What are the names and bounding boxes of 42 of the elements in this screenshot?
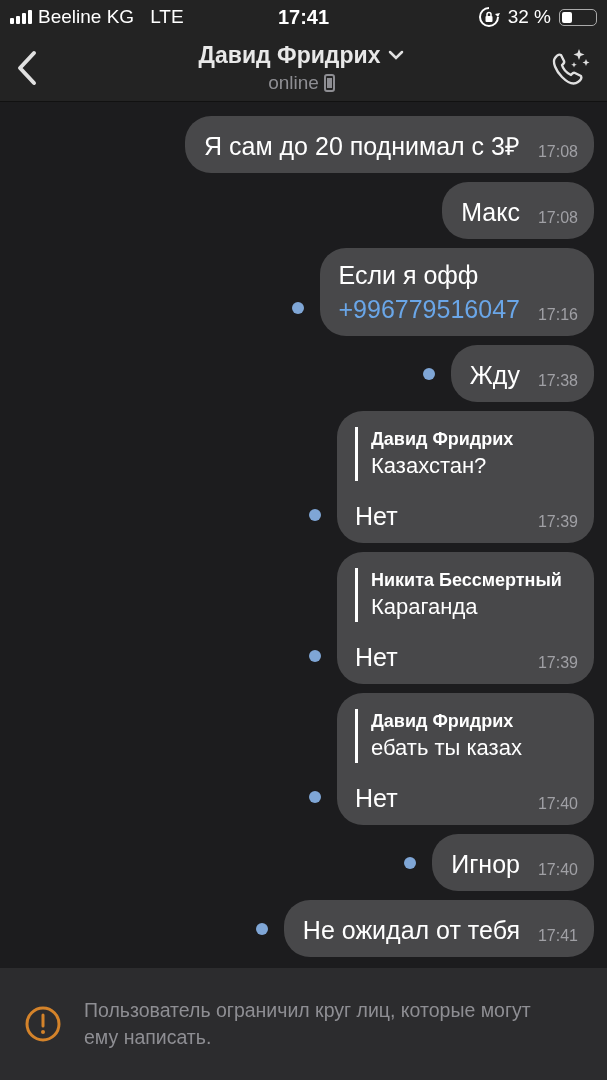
status-time: 17:41 [277,5,330,29]
carrier-name: Beeline KG [38,6,135,28]
reply-quote[interactable]: Давид Фридрих Казахстан? [355,427,578,481]
message-text: Игнор [451,850,520,878]
message-time: 17:39 [537,654,578,672]
quote-author: Никита Бессмертный [371,569,563,592]
message-time: 17:40 [537,861,578,879]
message-text: Я сам до 20 поднимал с 3₽ [204,132,520,160]
quote-author: Давид Фридрих [371,710,515,733]
quote-text: Караганда [371,593,479,621]
quote-author: Давид Фридрих [371,428,515,451]
warning-icon [24,1005,62,1043]
online-status: online [268,71,319,94]
message-time: 17:38 [537,372,578,390]
signal-icon [10,10,32,24]
battery-percent: 32 % [507,6,551,28]
message-text: Если я офф [338,261,479,289]
back-icon[interactable] [16,49,38,86]
message-time: 17:39 [537,513,578,531]
message-time: 17:08 [537,209,578,227]
phone-link[interactable]: +996779516047 [338,292,520,326]
message-text: Жду [469,361,520,389]
message-time: 17:40 [537,795,578,813]
chevron-down-icon[interactable] [388,50,405,60]
rotation-lock-icon [477,6,500,28]
network-type: LTE [150,6,184,28]
contact-name[interactable]: Давид Фридрих [198,41,381,69]
reply-quote[interactable]: Никита Бессмертный Караганда [355,568,578,622]
quote-text: Казахстан? [371,452,488,480]
restriction-notice: Пользователь ограничил круг лиц, которые могут ему написать. [84,998,532,1050]
quote-text: ебать ты казах [371,734,523,762]
phone-icon [323,73,335,92]
message-time: 17:08 [537,143,578,161]
message-text: Не ожидал от тебя [302,916,520,944]
message-text: Нет [355,642,398,673]
message-text: Нет [355,501,398,532]
message-time: 17:16 [537,306,578,324]
message-text: Макс [461,198,520,226]
reply-quote[interactable]: Давид Фридрих ебать ты казах [355,709,578,763]
message-time: 17:41 [537,927,578,945]
message-text: Нет [355,783,398,814]
battery-icon [559,8,597,26]
